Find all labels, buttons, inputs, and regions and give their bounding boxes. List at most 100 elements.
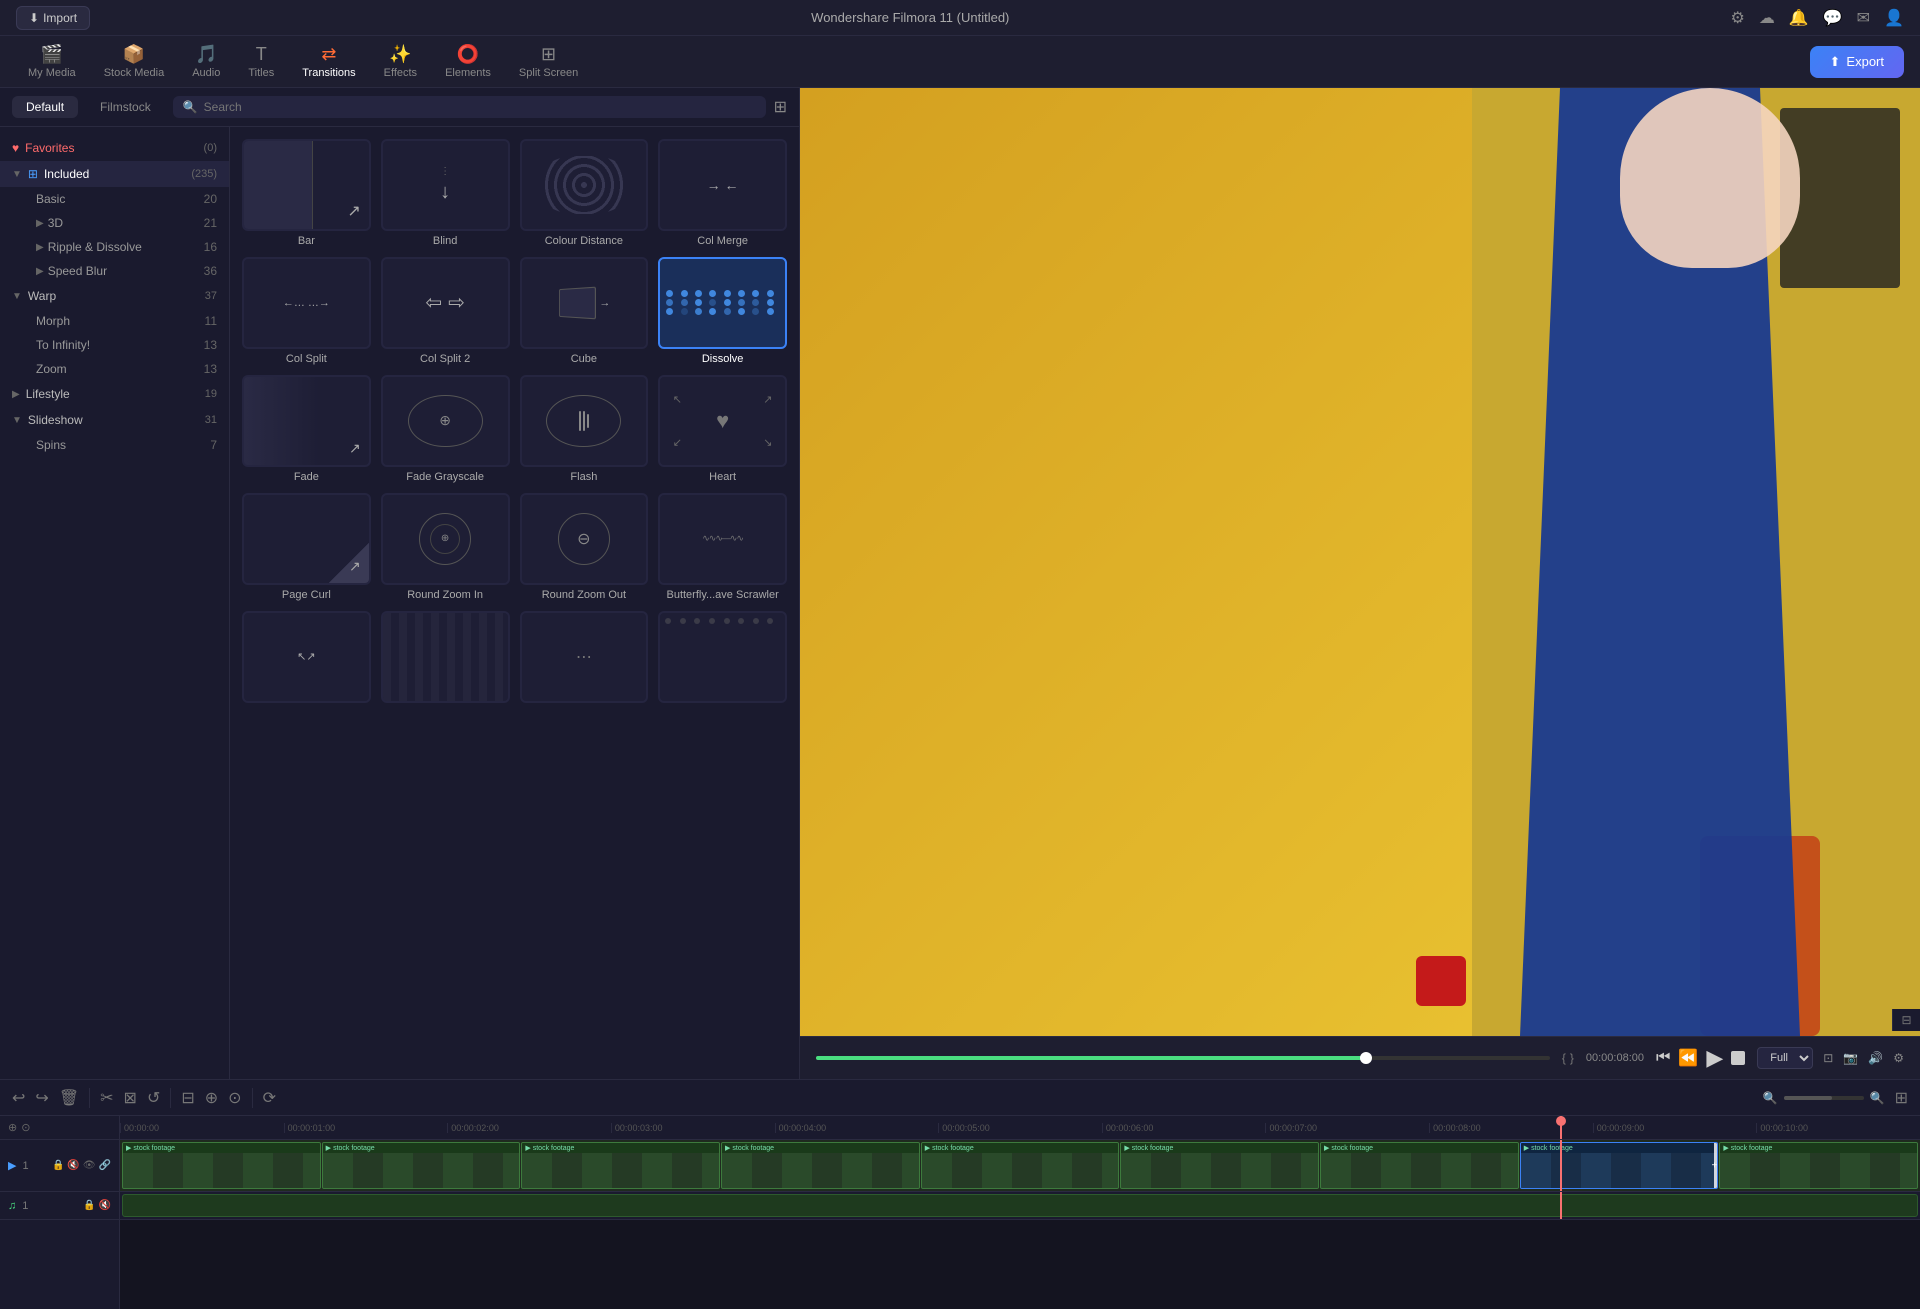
audio-track-controls: 🔒 🔇 — [83, 1200, 111, 1211]
link-icon[interactable]: 🔗 — [99, 1160, 111, 1171]
transition-extra-4[interactable] — [658, 611, 787, 707]
clip-9[interactable]: ▶ stock footage — [1719, 1142, 1918, 1189]
transition-fade-grayscale[interactable]: ⊕ Fade Grayscale — [381, 375, 510, 483]
cloud-icon[interactable]: ☁ — [1759, 8, 1775, 28]
zoom-in-icon[interactable]: 🔍 — [1870, 1091, 1885, 1105]
fullscreen-icon[interactable]: ⊡ — [1823, 1051, 1833, 1065]
tab-stock-media[interactable]: 📦 Stock Media — [92, 38, 177, 85]
stop-button[interactable] — [1731, 1051, 1745, 1065]
export-button[interactable]: ⬆ Export — [1810, 46, 1904, 78]
skip-back-button[interactable]: ⏮ — [1656, 1049, 1670, 1067]
tab-audio[interactable]: 🎵 Audio — [180, 38, 232, 85]
clip-2[interactable]: ▶ stock footage — [322, 1142, 521, 1189]
sidebar-subitem-basic[interactable]: Basic 20 — [0, 187, 229, 211]
sidebar-subitem-zoom[interactable]: Zoom 13 — [0, 357, 229, 381]
mail-icon[interactable]: ✉ — [1857, 8, 1870, 28]
add-track-icon[interactable]: ⊕ — [8, 1121, 17, 1134]
clip-3[interactable]: ▶ stock footage — [521, 1142, 720, 1189]
transition-col-split-2[interactable]: ⇦ ⇨ Col Split 2 — [381, 257, 510, 365]
magnet-icon[interactable]: ⊙ — [21, 1121, 30, 1134]
cube-thumb: → — [520, 257, 649, 349]
sidebar-item-included[interactable]: ▼ ⊞ Included (235) — [0, 161, 229, 187]
chevron-down-icon: ▼ — [12, 169, 22, 180]
add-icon[interactable]: ⊕ — [205, 1088, 218, 1108]
transition-col-merge[interactable]: → ← Col Merge — [658, 139, 787, 247]
transition-dissolve[interactable]: Dissolve — [658, 257, 787, 365]
ruler-mark-10: 00:00:10:00 — [1756, 1123, 1920, 1133]
transition-blind[interactable]: ⋮ ↓ Blind — [381, 139, 510, 247]
transition-round-zoom-out[interactable]: ⊖ Round Zoom Out — [520, 493, 649, 601]
sidebar-subitem-speed-blur[interactable]: ▶ Speed Blur 36 — [0, 259, 229, 283]
user-icon[interactable]: 👤 — [1884, 8, 1904, 28]
sidebar-subitem-3d[interactable]: ▶ 3D 21 — [0, 211, 229, 235]
transition-butterfly[interactable]: ∿∿∿—∿∿ Butterfly...ave Scrawler — [658, 493, 787, 601]
transition-fade[interactable]: ↗ Fade — [242, 375, 371, 483]
clip-8-active[interactable]: ▶ stock footage + — [1520, 1142, 1719, 1189]
rotate-icon[interactable]: ↺ — [147, 1088, 160, 1108]
lock-icon[interactable]: 🔒 — [52, 1160, 64, 1171]
transition-extra-3[interactable]: ⋯ — [520, 611, 649, 707]
zoom-track[interactable] — [1784, 1096, 1864, 1100]
sidebar-subitem-spins[interactable]: Spins 7 — [0, 433, 229, 457]
fit-icon[interactable]: ⊞ — [1895, 1088, 1908, 1108]
mute-icon[interactable]: 🔇 — [67, 1160, 79, 1171]
undo-icon[interactable]: ↩ — [12, 1088, 25, 1108]
tab-titles[interactable]: T Titles — [236, 38, 286, 85]
record-icon[interactable]: ⊙ — [228, 1088, 241, 1108]
panel-toggle-icon[interactable]: ⊟ — [1901, 1013, 1911, 1027]
sidebar-item-favorites[interactable]: ♥ Favorites (0) — [0, 135, 229, 161]
tab-filmstock[interactable]: Filmstock — [86, 96, 165, 118]
transition-extra-2[interactable] — [381, 611, 510, 707]
sidebar-subitem-ripple[interactable]: ▶ Ripple & Dissolve 16 — [0, 235, 229, 259]
clip-5[interactable]: ▶ stock footage — [921, 1142, 1120, 1189]
transition-heart[interactable]: ↖↗ ♥ ↙↘ Heart — [658, 375, 787, 483]
tab-default[interactable]: Default — [12, 96, 78, 118]
settings-preview-icon[interactable]: ⚙ — [1893, 1051, 1904, 1065]
bell-icon[interactable]: 🔔 — [1789, 8, 1809, 28]
transition-page-curl[interactable]: ↗ Page Curl — [242, 493, 371, 601]
chat-icon[interactable]: 💬 — [1823, 8, 1843, 28]
transition-round-zoom-in[interactable]: ⊕ Round Zoom In — [381, 493, 510, 601]
snapshot-icon[interactable]: 📷 — [1843, 1051, 1858, 1065]
tab-transitions[interactable]: ⇄ Transitions — [290, 38, 367, 85]
redo-icon[interactable]: ↪ — [35, 1088, 48, 1108]
sidebar-subitem-to-infinity[interactable]: To Infinity! 13 — [0, 333, 229, 357]
eye-icon[interactable]: 👁 — [83, 1160, 96, 1171]
audio-mute-icon[interactable]: 🔇 — [99, 1200, 111, 1211]
import-button[interactable]: ⬇ Import — [16, 6, 90, 30]
zoom-out-icon[interactable]: 🔍 — [1763, 1091, 1778, 1105]
transition-extra-1[interactable]: ↖↗ — [242, 611, 371, 707]
sidebar-subitem-morph[interactable]: Morph 11 — [0, 309, 229, 333]
play-button[interactable]: ▶ — [1706, 1045, 1723, 1071]
grid-view-icon[interactable]: ⊞ — [774, 97, 787, 117]
sidebar-item-slideshow[interactable]: ▼ Slideshow 31 — [0, 407, 229, 433]
crop-icon[interactable]: ⊠ — [124, 1088, 137, 1108]
clip-1[interactable]: ▶ stock footage — [122, 1142, 321, 1189]
3d-count: 21 — [204, 216, 217, 230]
transition-cube[interactable]: → Cube — [520, 257, 649, 365]
transition-colour-distance[interactable]: Colour Distance — [520, 139, 649, 247]
history-icon[interactable]: ⟳ — [263, 1088, 276, 1108]
clip-7[interactable]: ▶ stock footage — [1320, 1142, 1519, 1189]
tab-my-media[interactable]: 🎬 My Media — [16, 38, 88, 85]
audio-lock-icon[interactable]: 🔒 — [83, 1200, 95, 1211]
volume-icon[interactable]: 🔊 — [1868, 1051, 1883, 1065]
clip-6[interactable]: ▶ stock footage — [1120, 1142, 1319, 1189]
transition-flash[interactable]: Flash — [520, 375, 649, 483]
adjust-icon[interactable]: ⊟ — [181, 1088, 194, 1108]
progress-bar[interactable] — [816, 1056, 1550, 1060]
cut-icon[interactable]: ✂ — [100, 1088, 113, 1108]
tab-split-screen[interactable]: ⊞ Split Screen — [507, 38, 590, 85]
transition-col-split[interactable]: ←… …→ Col Split — [242, 257, 371, 365]
step-back-button[interactable]: ⏪ — [1678, 1048, 1698, 1068]
transition-bar[interactable]: ↗ Bar — [242, 139, 371, 247]
tab-elements[interactable]: ⭕ Elements — [433, 38, 503, 85]
settings-icon[interactable]: ⚙ — [1730, 8, 1744, 28]
quality-select[interactable]: Full 1/2 1/4 — [1757, 1047, 1813, 1069]
sidebar-item-lifestyle[interactable]: ▶ Lifestyle 19 — [0, 381, 229, 407]
search-input[interactable] — [204, 100, 756, 114]
sidebar-item-warp[interactable]: ▼ Warp 37 — [0, 283, 229, 309]
clip-4[interactable]: ▶ stock footage — [721, 1142, 920, 1189]
delete-icon[interactable]: 🗑 — [59, 1088, 79, 1108]
tab-effects[interactable]: ✨ Effects — [372, 38, 429, 85]
